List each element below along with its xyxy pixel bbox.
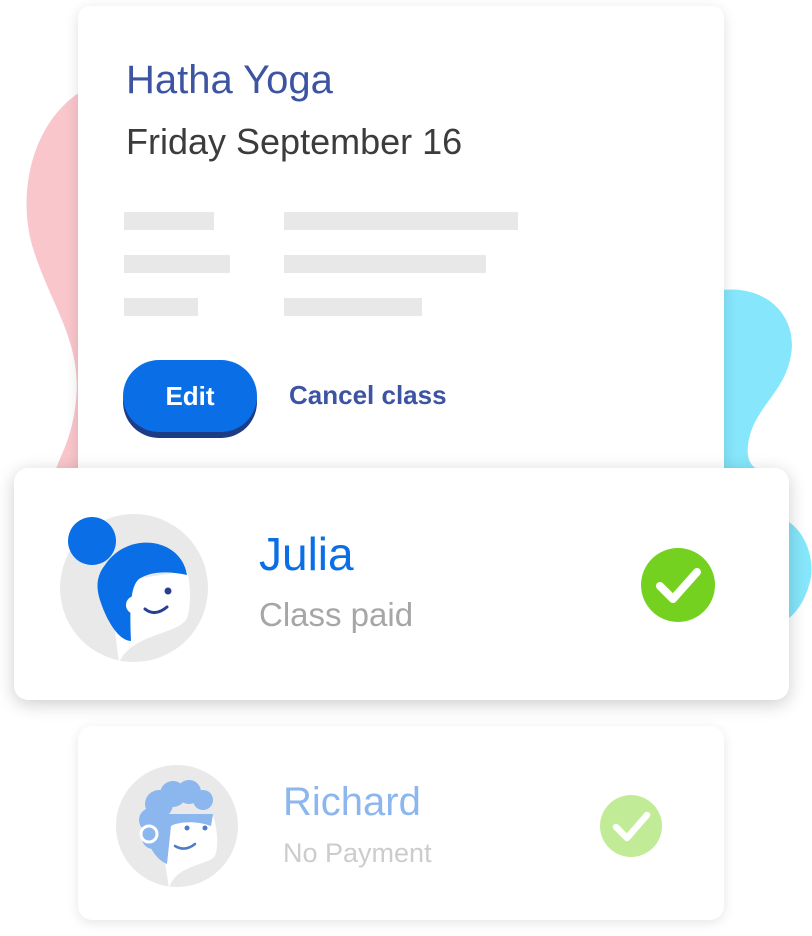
placeholder-line (124, 255, 230, 273)
edit-button[interactable]: Edit (123, 360, 257, 432)
placeholder-line (124, 212, 214, 230)
attendee-name: Richard (283, 780, 421, 824)
attendee-card-richard[interactable]: Richard No Payment (78, 726, 724, 920)
checkmark-circle-icon (600, 795, 662, 857)
cyan-blob (722, 289, 792, 470)
attendee-card-julia[interactable]: Julia Class paid (14, 468, 789, 700)
checkmark-circle-icon (641, 548, 715, 622)
cyan-blob-right (789, 522, 812, 618)
payment-status: No Payment (283, 838, 432, 868)
attendee-name: Julia (259, 528, 354, 580)
man-avatar-icon (116, 765, 238, 888)
woman-avatar-icon (60, 514, 208, 663)
payment-status: Class paid (259, 596, 414, 633)
placeholder-line (124, 298, 198, 316)
placeholder-line (284, 255, 486, 273)
pink-blob (26, 92, 80, 470)
class-card: Hatha Yoga Friday September 16 Edit Canc… (78, 6, 724, 526)
cancel-class-link[interactable]: Cancel class (289, 380, 447, 411)
scheduling-illustration: Hatha Yoga Friday September 16 Edit Canc… (0, 0, 812, 936)
class-title: Hatha Yoga (126, 58, 333, 102)
placeholder-line (284, 212, 518, 230)
class-date: Friday September 16 (126, 121, 463, 162)
placeholder-line (284, 298, 422, 316)
